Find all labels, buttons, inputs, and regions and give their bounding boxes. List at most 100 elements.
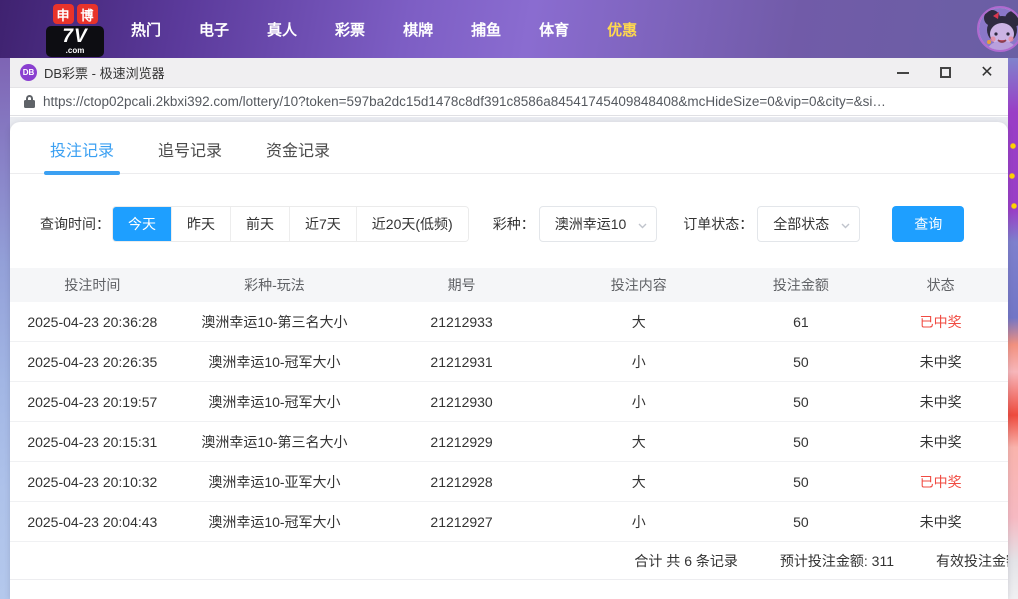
nav-item-1[interactable]: 热门 (112, 19, 180, 40)
address-bar[interactable]: https://ctop02pcali.2kbxi392.com/lottery… (10, 88, 1008, 116)
status-cell: 已中奖 (919, 313, 962, 330)
amount-cell: 50 (793, 473, 809, 490)
time-option-4[interactable]: 近7天 (289, 207, 356, 241)
bet-time-cell: 2025-04-23 20:26:35 (27, 353, 158, 370)
content-cell: 小 (631, 513, 646, 530)
column-header-4: 投注内容 (610, 277, 667, 293)
summary-expected-amount: 预计投注金额: 311 (779, 552, 894, 569)
table-row[interactable]: 2025-04-23 20:10:32 澳洲幸运10-亚军大小 21212928 大 5… (10, 462, 1008, 502)
amount-cell: 50 (793, 353, 809, 370)
main-nav: 热门 电子 真人 彩票 棋牌 捕鱼 体育 优惠 (112, 0, 656, 58)
status-cell: 未中奖 (919, 433, 962, 450)
logo-box: 7V .com (46, 26, 104, 57)
nav-item-8[interactable]: 优惠 (588, 19, 656, 40)
amount-cell: 50 (793, 433, 809, 450)
table-body: 2025-04-23 20:36:28 澳洲幸运10-第三名大小 21212933 大… (10, 302, 1008, 542)
logo-text: 7V (62, 26, 88, 47)
table-row[interactable]: 2025-04-23 20:19:57 澳洲幸运10-冠军大小 21212930 小 5… (10, 382, 1008, 422)
filter-row: 查询时间： 今天 昨天 前天 近7天 近20天(低频) 彩种： 澳洲幸运10 订单状态：… (40, 206, 1008, 242)
bet-time-cell: 2025-04-23 20:10:32 (27, 473, 158, 490)
time-filter-label: 查询时间： (40, 216, 110, 232)
issue-cell: 21212929 (430, 433, 493, 450)
site-logo[interactable]: 申 博 7V .com (46, 4, 104, 57)
tab-3[interactable]: 资金记录 (266, 137, 330, 173)
bet-time-cell: 2025-04-23 20:36:28 (27, 313, 158, 330)
page-right-edge (1008, 58, 1018, 599)
amount-cell: 50 (793, 513, 809, 530)
time-filter-group: 今天 昨天 前天 近7天 近20天(低频) (112, 206, 469, 242)
minimize-button[interactable] (882, 58, 924, 88)
minimize-icon (897, 71, 909, 74)
window-title: DB彩票 - 极速浏览器 (44, 66, 165, 81)
close-button[interactable]: ✕ (966, 58, 1008, 88)
window-controls: ✕ (882, 58, 1008, 88)
chevron-down-icon (638, 221, 647, 230)
browser-titlebar: DB DB彩票 - 极速浏览器 ✕ (10, 58, 1008, 88)
table-row[interactable]: 2025-04-23 20:04:43 澳洲幸运10-冠军大小 21212927 小 5… (10, 502, 1008, 542)
logo-badge-1: 申 (52, 4, 74, 24)
nav-item-6[interactable]: 捕鱼 (452, 19, 520, 40)
bet-time-cell: 2025-04-23 20:04:43 (27, 513, 158, 530)
logo-domain: .com (65, 46, 85, 55)
play-cell: 澳洲幸运10-第三名大小 (201, 313, 348, 330)
lottery-filter-label: 彩种： (492, 216, 535, 232)
maximize-icon (939, 67, 951, 78)
status-cell: 未中奖 (919, 353, 962, 370)
content-cell: 大 (631, 313, 646, 330)
nav-item-4[interactable]: 彩票 (316, 19, 384, 40)
page-background: 投注记录 追号记录 资金记录 查询时间： 今天 昨天 前天 近7天 近20天(低频) 彩种：… (10, 117, 1008, 599)
record-tabs: 投注记录 追号记录 资金记录 (10, 122, 1008, 175)
status-cell: 已中奖 (919, 473, 962, 490)
user-avatar[interactable] (977, 6, 1018, 52)
chevron-down-icon (841, 221, 850, 230)
summary-row: 合计 共 6 条记录 预计投注金额: 311 有效投注金额 (10, 542, 1008, 580)
time-option-5[interactable]: 近20天(低频) (355, 207, 468, 241)
issue-cell: 21212928 (430, 473, 493, 490)
issue-cell: 21212931 (430, 353, 493, 370)
bet-time-cell: 2025-04-23 20:19:57 (27, 393, 158, 410)
page-left-edge (0, 58, 10, 599)
browser-favicon: DB (20, 64, 37, 81)
nav-item-5[interactable]: 棋牌 (384, 19, 452, 40)
status-cell: 未中奖 (919, 513, 962, 530)
tab-2[interactable]: 追号记录 (158, 137, 222, 173)
order-status-select[interactable]: 全部状态 (757, 206, 861, 242)
status-filter-label: 订单状态： (683, 216, 754, 232)
column-header-3: 期号 (447, 277, 476, 293)
issue-cell: 21212927 (430, 513, 493, 530)
avatar-illustration (979, 8, 1018, 50)
play-cell: 澳洲幸运10-第三名大小 (201, 433, 348, 450)
nav-item-3[interactable]: 真人 (248, 19, 316, 40)
close-icon: ✕ (980, 63, 994, 81)
lottery-select[interactable]: 澳洲幸运10 (538, 206, 658, 242)
table-row[interactable]: 2025-04-23 20:36:28 澳洲幸运10-第三名大小 21212933 大… (10, 302, 1008, 342)
column-header-5: 投注金额 (772, 277, 829, 293)
screen: 申 博 7V .com 热门 电子 真人 彩票 棋牌 捕鱼 体育 优惠 DB D… (0, 0, 1018, 599)
time-option-1[interactable]: 今天 (113, 207, 171, 241)
nav-item-7[interactable]: 体育 (520, 19, 588, 40)
site-header: 申 博 7V .com 热门 电子 真人 彩票 棋牌 捕鱼 体育 优惠 (0, 0, 1018, 58)
table-row[interactable]: 2025-04-23 20:15:31 澳洲幸运10-第三名大小 21212929 大… (10, 422, 1008, 462)
records-card: 投注记录 追号记录 资金记录 查询时间： 今天 昨天 前天 近7天 近20天(低频) 彩种：… (10, 122, 1008, 599)
tab-1[interactable]: 投注记录 (43, 137, 121, 175)
summary-total: 合计 共 6 条记录 (634, 552, 738, 569)
query-button[interactable]: 查询 (892, 206, 965, 242)
maximize-button[interactable] (924, 58, 966, 88)
amount-cell: 50 (793, 393, 809, 410)
amount-cell: 61 (793, 313, 809, 330)
issue-cell: 21212933 (430, 313, 493, 330)
logo-badge-2: 博 (76, 4, 98, 24)
lock-icon (24, 95, 35, 108)
column-header-2: 彩种-玩法 (244, 277, 305, 293)
content-cell: 大 (631, 433, 646, 450)
column-header-6: 状态 (926, 277, 955, 293)
summary-valid-amount: 有效投注金额 (936, 552, 1008, 569)
table-row[interactable]: 2025-04-23 20:26:35 澳洲幸运10-冠军大小 21212931 小 5… (10, 342, 1008, 382)
nav-item-2[interactable]: 电子 (180, 19, 248, 40)
time-option-2[interactable]: 昨天 (171, 207, 230, 241)
url-text[interactable]: https://ctop02pcali.2kbxi392.com/lottery… (43, 94, 886, 109)
browser-window: DB DB彩票 - 极速浏览器 ✕ https://ctop02pcali.2k… (10, 58, 1008, 599)
time-option-3[interactable]: 前天 (230, 207, 289, 241)
play-cell: 澳洲幸运10-亚军大小 (208, 473, 341, 490)
status-cell: 未中奖 (919, 393, 962, 410)
